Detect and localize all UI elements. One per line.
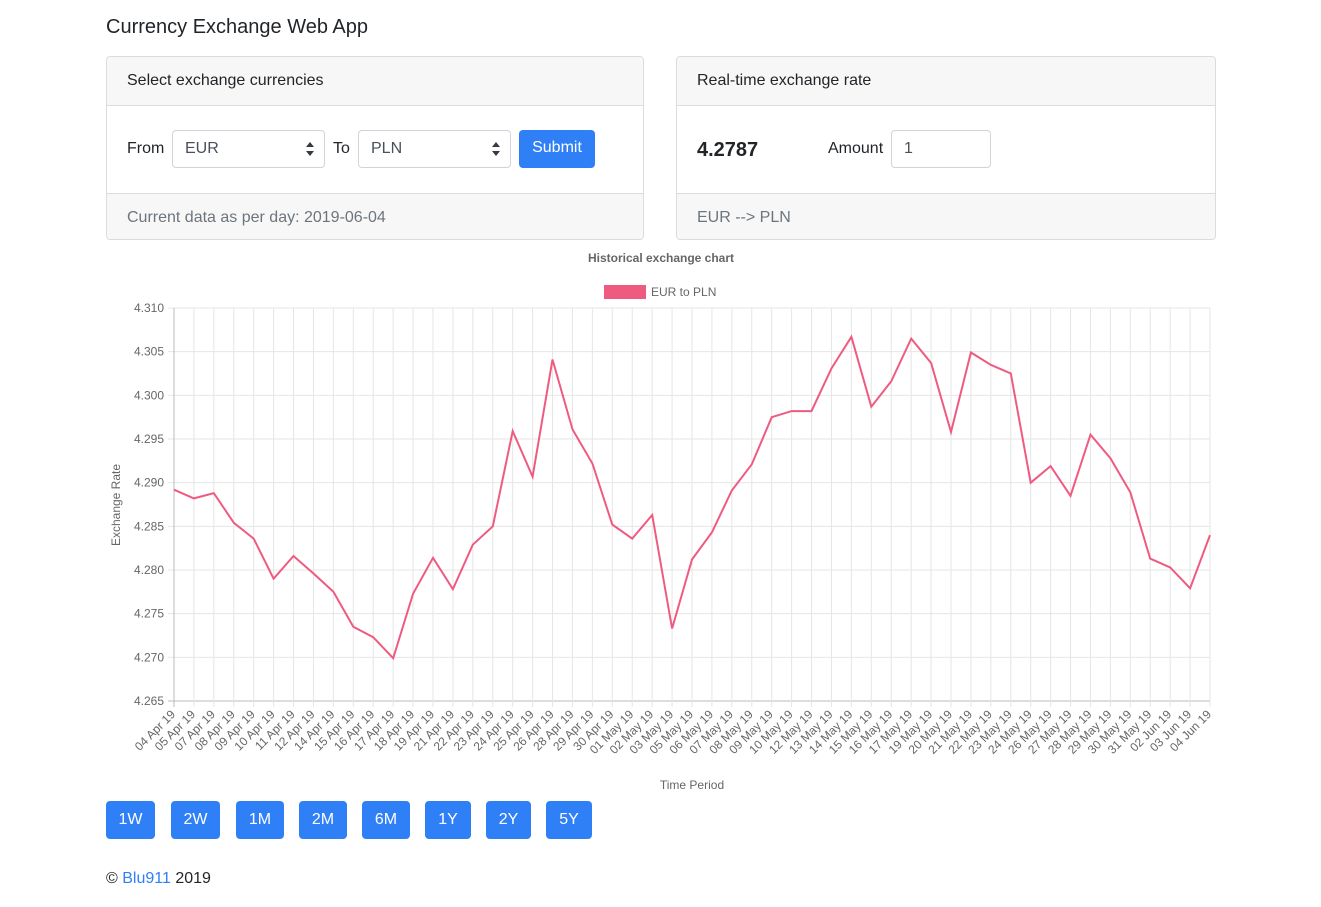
y-tick-label: 4.305	[134, 345, 164, 359]
from-currency-value: EUR	[185, 140, 219, 157]
exchange-rate-card: Real-time exchange rate 4.2787 Amount 1 …	[676, 56, 1216, 240]
to-label: To	[333, 140, 350, 157]
currency-pair: EUR --> PLN	[677, 193, 1215, 239]
chart-title: Historical exchange chart	[588, 251, 734, 265]
page-title: Currency Exchange Web App	[106, 16, 369, 38]
exchange-rate-value: 4.2787	[697, 139, 759, 161]
to-currency-select[interactable]: PLN	[358, 130, 511, 168]
from-label: From	[127, 140, 165, 157]
author-link[interactable]: Blu911	[122, 870, 171, 887]
y-tick-label: 4.295	[134, 432, 164, 446]
range-button-6m[interactable]: 6M	[362, 801, 410, 839]
x-axis-ticks: 04 Apr 1905 Apr 1907 Apr 1908 Apr 1909 A…	[132, 707, 1214, 757]
current-data-date: Current data as per day: 2019-06-04	[107, 193, 643, 239]
from-currency-select[interactable]: EUR	[172, 130, 325, 168]
amount-input[interactable]: 1	[891, 130, 991, 168]
y-tick-label: 4.290	[134, 476, 164, 490]
range-button-5y[interactable]: 5Y	[546, 801, 592, 839]
select-card-header: Select exchange currencies	[107, 57, 643, 106]
rate-card-body: 4.2787 Amount 1	[677, 106, 1215, 193]
range-button-1m[interactable]: 1M	[236, 801, 284, 839]
x-axis-label: Time Period	[660, 778, 724, 792]
historical-exchange-chart: Historical exchange chart EUR to PLN 4.2…	[109, 251, 1214, 792]
rate-card-header: Real-time exchange rate	[677, 57, 1215, 106]
range-button-1y[interactable]: 1Y	[425, 801, 471, 839]
y-axis-label: Exchange Rate	[109, 464, 123, 546]
select-card-body: From EUR To PLN Submit	[107, 106, 643, 193]
y-tick-label: 4.275	[134, 607, 164, 621]
copyright-symbol: ©	[106, 870, 118, 887]
select-arrows-icon	[492, 142, 500, 156]
select-currencies-card: Select exchange currencies From EUR To P…	[106, 56, 644, 240]
legend-swatch[interactable]	[604, 285, 646, 299]
select-arrows-icon	[306, 142, 314, 156]
submit-button[interactable]: Submit	[519, 130, 595, 168]
to-currency-value: PLN	[371, 140, 403, 157]
range-button-1w[interactable]: 1W	[106, 801, 155, 839]
chart-grid	[168, 307, 1211, 707]
y-axis-ticks: 4.265 4.270 4.275 4.280 4.285 4.290 4.295 4.300…	[134, 301, 164, 708]
footer-year: 2019	[175, 870, 211, 887]
range-button-2w[interactable]: 2W	[171, 801, 220, 839]
y-tick-label: 4.310	[134, 301, 164, 315]
range-button-2m[interactable]: 2M	[299, 801, 347, 839]
y-tick-label: 4.265	[134, 694, 164, 708]
y-tick-label: 4.300	[134, 388, 164, 402]
range-button-2y[interactable]: 2Y	[486, 801, 531, 839]
amount-label: Amount	[828, 140, 884, 157]
legend-label[interactable]: EUR to PLN	[651, 285, 716, 299]
y-tick-label: 4.285	[134, 519, 164, 533]
y-tick-label: 4.270	[134, 650, 164, 664]
y-tick-label: 4.280	[134, 563, 164, 577]
page-footer: © Blu911 2019	[106, 870, 211, 888]
